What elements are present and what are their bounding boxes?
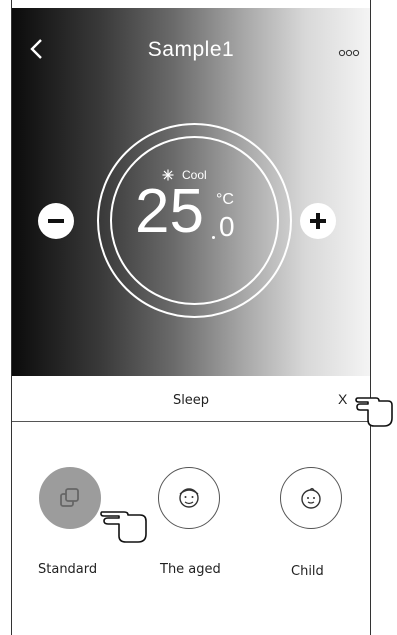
sleep-option-child[interactable] [280, 467, 342, 529]
device-title: Sample1 [147, 38, 235, 61]
pointing-hand-icon [100, 511, 147, 543]
temperature-unit: °C [216, 191, 234, 208]
sleep-option-aged[interactable] [158, 467, 220, 529]
temperature-decimal: 0 [219, 211, 235, 242]
ac-control-area: Sample1 Cool 25 °C 0 [12, 8, 370, 376]
decrease-temperature-button[interactable] [38, 203, 74, 239]
sleep-panel-title: Sleep [172, 393, 210, 408]
standard-mode-icon [60, 488, 79, 507]
pointing-hand-icon [355, 397, 393, 427]
sleep-panel-header: Sleep X [12, 377, 370, 419]
minus-icon [48, 219, 64, 223]
close-button[interactable]: X [338, 391, 347, 407]
elderly-face-icon [179, 488, 199, 508]
panel-divider [12, 421, 370, 422]
temperature-value: 25 [135, 177, 204, 246]
increase-temperature-button[interactable] [300, 203, 336, 239]
child-face-icon [301, 487, 321, 509]
sleep-option-standard[interactable] [39, 467, 101, 529]
decimal-point [212, 236, 215, 239]
child-label: Child [291, 564, 324, 579]
more-dots-icon[interactable] [338, 48, 360, 58]
plus-icon [310, 213, 326, 229]
standard-label: Standard [38, 562, 98, 577]
frame-right-border [370, 0, 371, 635]
aged-label: The aged [160, 562, 221, 577]
